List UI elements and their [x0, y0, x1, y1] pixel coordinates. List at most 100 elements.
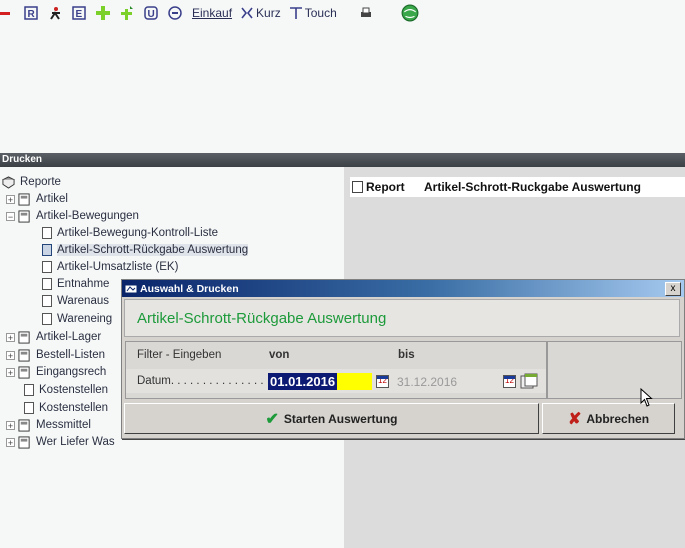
tree-item-label: Artikel: [36, 193, 68, 205]
report-document-icon: [352, 181, 363, 193]
book-icon: [18, 348, 30, 362]
dialog-heading: Artikel-Schrott-Rückgabe Auswertung: [124, 299, 680, 337]
einkauf-button[interactable]: Einkauf: [192, 2, 232, 24]
von-label: von: [269, 349, 290, 361]
book-icon: [18, 209, 30, 223]
printer-icon[interactable]: [359, 2, 375, 24]
u-icon[interactable]: U: [144, 2, 160, 24]
tree-item-entnahme[interactable]: Entnahme: [42, 276, 109, 292]
start-report-button[interactable]: ✔ Starten Auswertung: [124, 403, 539, 434]
cancel-button-label: Abbrechen: [586, 411, 650, 426]
report-value: Artikel-Schrott-Ruckgabe Auswertung: [424, 180, 641, 194]
svg-text:U: U: [148, 9, 155, 20]
touch-label: Touch: [304, 6, 337, 20]
svg-text:R: R: [28, 9, 36, 20]
svg-text:E: E: [76, 9, 83, 20]
document-icon: [42, 244, 52, 256]
tree-item-artikel[interactable]: + Artikel: [6, 191, 68, 207]
calendar-from-icon[interactable]: 12: [376, 375, 389, 388]
tree-item-kontroll-liste[interactable]: Artikel-Bewegung-Kontroll-Liste: [42, 225, 218, 241]
report-r-icon[interactable]: R: [24, 2, 40, 24]
tree-item-schrott-rueckgabe[interactable]: Artikel-Schrott-Rückgabe Auswertung: [42, 242, 249, 258]
person-run-icon[interactable]: [48, 2, 64, 24]
plus-arrow-icon[interactable]: [120, 2, 136, 24]
toolbar: R E U Einkauf Kurz Touch: [0, 0, 685, 26]
tree-item-bestell-listen[interactable]: + Bestell-Listen: [6, 347, 105, 363]
dialog-titlebar[interactable]: Auswahl & Drucken: [122, 280, 684, 297]
einkauf-label: Einkauf: [192, 6, 233, 20]
tree-item-eingangsrech[interactable]: + Eingangsrech: [6, 364, 106, 380]
dialog-title: Auswahl & Drucken: [140, 282, 239, 295]
tree-item-label: Bestell-Listen: [36, 349, 106, 361]
document-icon: [42, 227, 52, 239]
report-header: Report Artikel-Schrott-Ruckgabe Auswertu…: [350, 177, 685, 197]
datum-label: Datum. . . . . . . . . . . . . . .: [137, 375, 264, 387]
plus-green-icon[interactable]: [96, 2, 112, 24]
document-icon: [42, 313, 52, 325]
expand-icon[interactable]: +: [6, 194, 15, 204]
date-to-field[interactable]: 31.12.2016: [397, 375, 457, 389]
filter-box: Filter - Eingeben von bis Datum. . . . .…: [125, 341, 547, 399]
report-label: Report: [366, 180, 405, 194]
tree-item-label: Wer Liefer Was: [36, 436, 115, 448]
tree-item-kostenstellen-2[interactable]: Kostenstellen: [24, 400, 108, 416]
document-icon: [42, 295, 52, 307]
tree-item-label: Entnahme: [57, 278, 110, 290]
expand-icon[interactable]: +: [6, 420, 15, 430]
minus-circle-icon[interactable]: [168, 2, 184, 24]
expand-icon[interactable]: +: [6, 437, 15, 447]
close-button[interactable]: x: [665, 282, 681, 296]
tree-item-umsatzliste[interactable]: Artikel-Umsatzliste (EK): [42, 259, 178, 275]
window-icon: [125, 284, 137, 293]
tree-item-wer-liefer-was[interactable]: + Wer Liefer Was: [6, 434, 115, 450]
tree-item-label: Artikel-Bewegungen: [36, 210, 139, 222]
book-icon: [18, 365, 30, 379]
tree-item-label: Wareneing: [57, 313, 113, 325]
tree-item-wareneing[interactable]: Wareneing: [42, 311, 112, 327]
tree-item-artikel-bewegungen[interactable]: − Artikel-Bewegungen: [6, 208, 139, 224]
book-icon: [18, 435, 30, 449]
print-dialog: Auswahl & Drucken x Artikel-Schrott-Rück…: [121, 279, 685, 439]
tree-item-label: Artikel-Umsatzliste (EK): [57, 261, 179, 273]
collapse-icon[interactable]: −: [6, 211, 15, 221]
document-e-icon[interactable]: E: [72, 2, 88, 24]
expand-icon[interactable]: +: [6, 367, 15, 377]
start-button-label: Starten Auswertung: [283, 411, 398, 426]
tree-item-label: Kostenstellen: [39, 402, 109, 414]
tree-item-label: Kostenstellen: [39, 384, 109, 396]
tree-item-label: Artikel-Schrott-Rückgabe Auswertung: [57, 244, 249, 256]
globe-icon[interactable]: [401, 2, 421, 24]
touch-button[interactable]: Touch: [289, 2, 337, 24]
section-title-bar: Drucken: [0, 153, 685, 167]
calendar-to-icon[interactable]: 12: [503, 375, 516, 388]
calendar-range-icon[interactable]: [520, 373, 538, 390]
date-from-value: 01.01.2016: [268, 373, 338, 390]
tree-item-label: Artikel-Bewegung-Kontroll-Liste: [57, 227, 219, 239]
mouse-cursor-icon: [640, 388, 653, 407]
book-icon: [18, 192, 30, 206]
tree-item-label: Eingangsrech: [36, 366, 107, 378]
cancel-x-icon: ✘: [567, 410, 582, 428]
tree-item-kostenstellen-1[interactable]: Kostenstellen: [24, 382, 108, 398]
tree-item-artikel-lager[interactable]: + Artikel-Lager: [6, 329, 101, 345]
tree-item-label: Artikel-Lager: [36, 331, 102, 343]
minus-icon[interactable]: [0, 2, 16, 24]
tree-item-warenaus[interactable]: Warenaus: [42, 293, 109, 309]
expand-icon[interactable]: +: [6, 332, 15, 342]
kurz-button[interactable]: Kurz: [240, 2, 281, 24]
tree-item-messmittel[interactable]: + Messmittel: [6, 417, 91, 433]
document-icon: [24, 384, 34, 396]
kurz-icon: [241, 7, 253, 19]
filter-label: Filter - Eingeben: [137, 349, 222, 361]
checkmark-icon: ✔: [265, 410, 279, 428]
document-icon: [42, 278, 52, 290]
cancel-button[interactable]: ✘ Abbrechen: [542, 403, 675, 434]
touch-icon: [289, 7, 302, 19]
tree-root[interactable]: Reporte: [2, 174, 61, 190]
document-icon: [42, 261, 52, 273]
bis-label: bis: [398, 349, 415, 361]
tree-item-label: Messmittel: [36, 419, 91, 431]
tree-item-label: Warenaus: [57, 295, 109, 307]
date-from-field[interactable]: 01.01.2016: [268, 373, 372, 390]
expand-icon[interactable]: +: [6, 350, 15, 360]
